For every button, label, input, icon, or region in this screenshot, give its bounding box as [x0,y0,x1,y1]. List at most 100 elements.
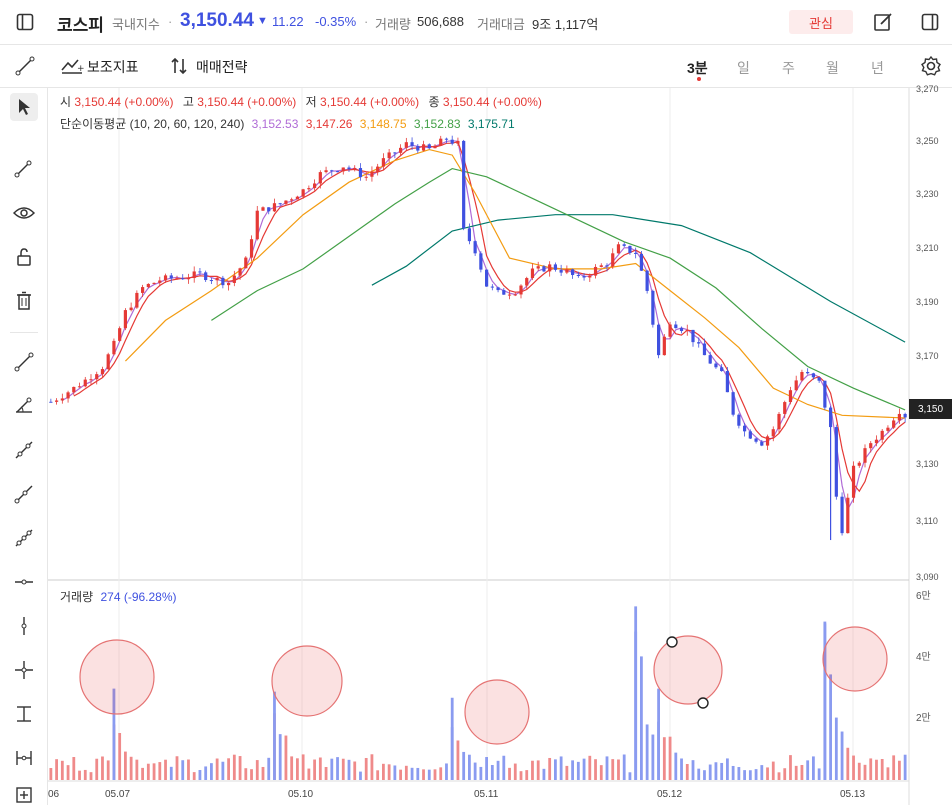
candle-body [685,329,689,332]
candle-body [215,277,219,281]
candle-body [100,369,105,375]
candle-body [141,287,145,293]
volume-bar [789,755,792,780]
volume-bar [490,765,494,780]
candle-body [565,269,569,273]
volume-bar [886,767,890,780]
candle-body [645,270,649,291]
candle-body [175,278,179,280]
candle-body [112,340,116,355]
volume-bar [324,766,328,780]
volume-bar [594,759,597,780]
volume-bar [347,759,351,780]
candle-body [593,266,598,276]
volume-bar [164,759,167,780]
candle-body [324,170,328,173]
volume-bar [496,760,500,780]
volume-bar [829,674,832,780]
candle-body [433,145,437,149]
ma-value-10: 3,152.53 [251,117,299,131]
candle-body [708,355,712,364]
candle-body [611,253,615,267]
volume-bar [330,758,334,780]
candle-body [341,167,345,172]
candle-body [267,207,271,212]
volume-bar [399,769,402,780]
high-value: 3,150.44 (+0.00%) [197,95,297,109]
volume-bar [783,768,787,780]
volume-bar [169,766,173,780]
volume-bar [485,757,488,780]
ma-line-long [371,214,906,343]
volume-bar [433,769,437,780]
volume-bar [462,751,466,780]
volume-bar [255,760,259,780]
x-tick-label: 05.10 [288,789,314,800]
annotation-circle [271,645,343,717]
volume-bar [628,772,632,780]
candle-body [697,342,701,344]
candle-body [399,147,403,153]
candle-body [278,203,282,205]
ma-label: 단순이동평균 (10, 20, 60, 120, 240) [60,117,245,131]
volume-bar [508,767,511,780]
candle-body [295,196,299,200]
y-tick-label: 3,090 [916,572,939,582]
candle-body [313,183,317,189]
x-tick-label: 06 [48,789,60,800]
candle-body [129,307,133,311]
volume-bar [318,757,322,780]
ma-value-20: 3,147.26 [305,117,353,131]
volume-bar [714,762,718,780]
candle-body [496,287,500,291]
volume-bar [376,770,380,780]
candle-body [582,276,586,278]
candle-body [198,271,202,273]
volume-bar [708,764,712,780]
candle-body [863,448,867,463]
candle-body [364,176,368,178]
candle-body [720,367,724,372]
high-label: 고 [182,95,194,109]
candle-body [874,439,879,444]
ma-value-240: 3,175.71 [467,117,515,131]
ohlc-legend: 시 3,150.44 (+0.00%) 고 3,150.44 (+0.00%) … [60,93,542,110]
candle-body [60,398,64,401]
candle-body [817,377,821,381]
candle-body [204,272,208,281]
volume-bar [760,765,764,780]
candle-body [83,379,87,387]
volume-bar [129,756,133,780]
volume-bar [232,754,236,780]
candle-body [261,207,265,211]
volume-bar [187,759,190,780]
volume-bar [559,756,563,780]
volume-bar [238,756,242,780]
current-price-tag-label: 3,150 [917,403,944,415]
candle-body [123,310,127,329]
annotation-circle [464,679,530,745]
volume-bar [840,731,844,780]
candle-body [318,172,322,184]
volume-bar [290,756,294,780]
volume-bar [645,724,649,780]
volume-bar [617,759,620,780]
volume-bar [278,734,282,780]
volume-bar [456,740,460,780]
candle-body [513,294,517,296]
candle-body [485,269,489,287]
volume-bar [857,762,861,780]
candle-body [702,343,707,356]
volume-bar [513,763,517,780]
volume-bar [743,770,746,780]
candle-body [232,275,236,283]
candle-body [479,253,483,270]
volume-bar [703,770,706,780]
volume-legend: 거래량 274 (-96.28%) [60,588,177,605]
volume-bar [720,762,724,780]
volume-bar [588,755,592,780]
candle-body [502,290,506,295]
candle-body [158,280,162,283]
candle-body [169,275,173,279]
candle-body [588,275,592,278]
